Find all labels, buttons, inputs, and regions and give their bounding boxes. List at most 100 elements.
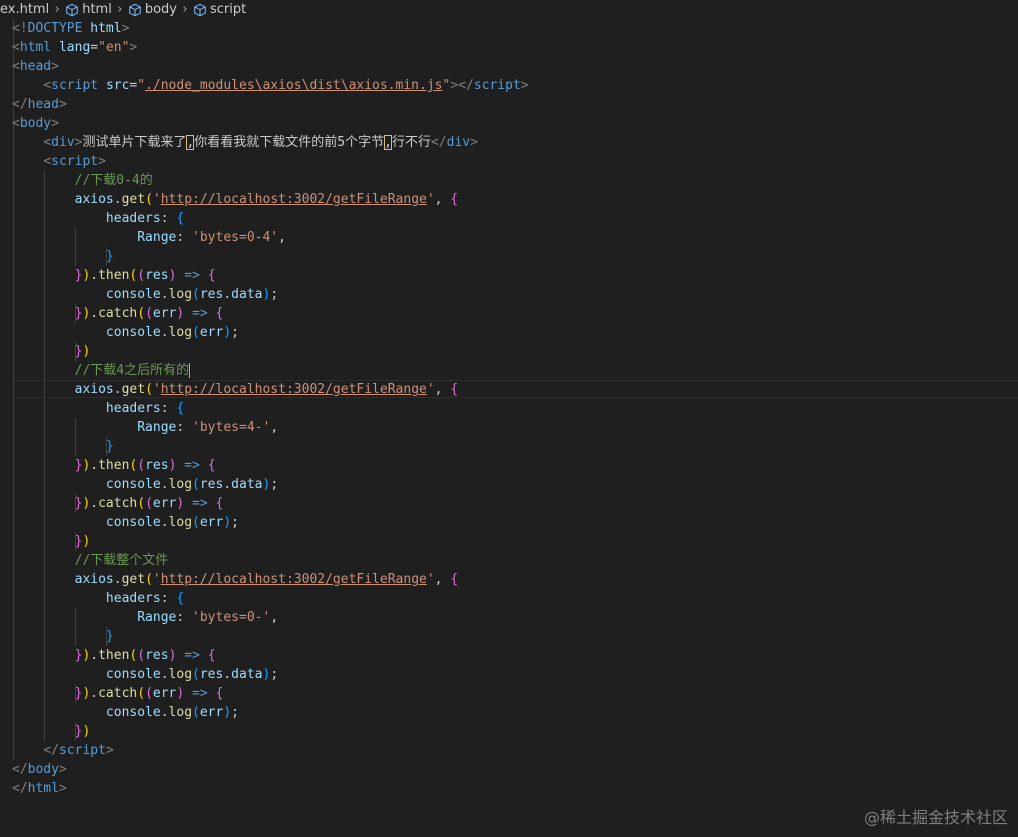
code-token: > xyxy=(121,21,130,36)
code-token: log xyxy=(168,667,193,682)
code-token: ></ xyxy=(450,78,474,93)
code-token: ( xyxy=(145,496,153,511)
code-token: ' xyxy=(426,382,435,397)
code-token: catch xyxy=(98,306,138,321)
code-token: < xyxy=(43,78,52,93)
breadcrumb-label: ex.html xyxy=(0,2,50,17)
code-token: console xyxy=(105,667,161,682)
code-line: console.log(err); xyxy=(12,323,239,342)
code-token: { xyxy=(176,401,185,416)
code-token: catch xyxy=(98,686,138,701)
code-line: <html lang="en"> xyxy=(12,38,137,57)
code-editor[interactable]: <!DOCTYPE html> <html lang="en"> <head> <s… xyxy=(0,19,1018,837)
code-token: > xyxy=(58,781,67,796)
code-line: axios.get('http://localhost:3002/getFile… xyxy=(12,190,459,209)
breadcrumb-item-script[interactable]: script xyxy=(193,2,246,17)
code-token: log xyxy=(168,325,193,340)
code-token: data xyxy=(231,477,263,492)
code-token: ./node_modules\axios\dist\axios.min.js xyxy=(145,78,443,93)
code-token: log xyxy=(168,705,193,720)
code-token: ) xyxy=(82,724,91,739)
code-token: . xyxy=(113,572,122,587)
code-token: err xyxy=(152,686,177,701)
code-token: res xyxy=(145,458,169,473)
code-token: div xyxy=(51,135,75,150)
code-token: { xyxy=(207,458,216,473)
code-token: 你看看我就下载文件的前5个字节 xyxy=(194,135,385,150)
code-line: Range: 'bytes=0-4', xyxy=(12,228,286,247)
code-token: then xyxy=(98,648,130,663)
code-line: <script src="./node_modules\axios\dist\a… xyxy=(12,76,528,95)
code-line: }).then((res) => { xyxy=(12,266,216,285)
code-token: => xyxy=(184,648,200,663)
code-token: headers xyxy=(105,401,161,416)
code-line: }) xyxy=(12,722,91,741)
code-token: < xyxy=(43,154,52,169)
breadcrumb-item-ex-html[interactable]: ex.html xyxy=(0,2,49,17)
code-token: > xyxy=(51,59,59,74)
code-token: ; xyxy=(270,287,279,302)
code-token: err xyxy=(199,515,224,530)
code-token: 行不行 xyxy=(391,135,431,150)
code-token: > xyxy=(58,762,67,777)
breadcrumb-item-body[interactable]: body xyxy=(128,2,177,17)
code-line: console.log(res.data); xyxy=(12,475,278,494)
code-token: console xyxy=(105,325,161,340)
code-token: . xyxy=(160,477,169,492)
cube-icon xyxy=(65,3,79,17)
code-token: . xyxy=(160,515,169,530)
code-token: , xyxy=(384,135,392,150)
breadcrumb-label: script xyxy=(210,2,247,17)
code-token: ; xyxy=(231,515,239,530)
code-token: { xyxy=(207,268,216,283)
code-token: => xyxy=(192,496,208,511)
code-token: ' xyxy=(152,192,161,207)
code-token: , xyxy=(434,572,451,587)
code-line: Range: 'bytes=4-', xyxy=(12,418,278,437)
code-line: }).then((res) => { xyxy=(12,646,216,665)
code-token: , xyxy=(434,382,451,397)
code-line: }).catch((err) => { xyxy=(12,494,224,513)
code-token: ( xyxy=(145,306,153,321)
code-token: axios xyxy=(74,572,114,587)
code-token: . xyxy=(113,192,122,207)
code-token: = xyxy=(90,40,99,55)
code-token: </ xyxy=(430,135,447,150)
code-token: </ xyxy=(12,781,28,796)
code-token: res xyxy=(199,287,224,302)
code-line: //下载整个文件 xyxy=(12,551,169,570)
code-line: }) xyxy=(12,342,91,361)
code-token: lang xyxy=(58,40,91,55)
breadcrumb-item-html[interactable]: html xyxy=(65,2,112,17)
code-token: html xyxy=(90,21,122,36)
code-token: 'bytes=0-' xyxy=(192,610,271,625)
code-token: ( xyxy=(145,686,153,701)
code-token: : xyxy=(160,591,177,606)
code-token: console xyxy=(105,287,161,302)
code-token: 测试单片下载来了 xyxy=(82,135,187,150)
code-token: get xyxy=(121,192,146,207)
code-token: . xyxy=(223,287,232,302)
breadcrumb: ex.html › html › body › script xyxy=(0,0,1018,19)
code-line: <div>测试单片下载来了,你看看我就下载文件的前5个字节,行不行</div> xyxy=(12,133,478,152)
code-token: div xyxy=(446,135,471,150)
code-token: ( xyxy=(137,648,146,663)
code-token: html xyxy=(27,781,59,796)
code-token: { xyxy=(176,211,185,226)
code-token: catch xyxy=(98,496,138,511)
